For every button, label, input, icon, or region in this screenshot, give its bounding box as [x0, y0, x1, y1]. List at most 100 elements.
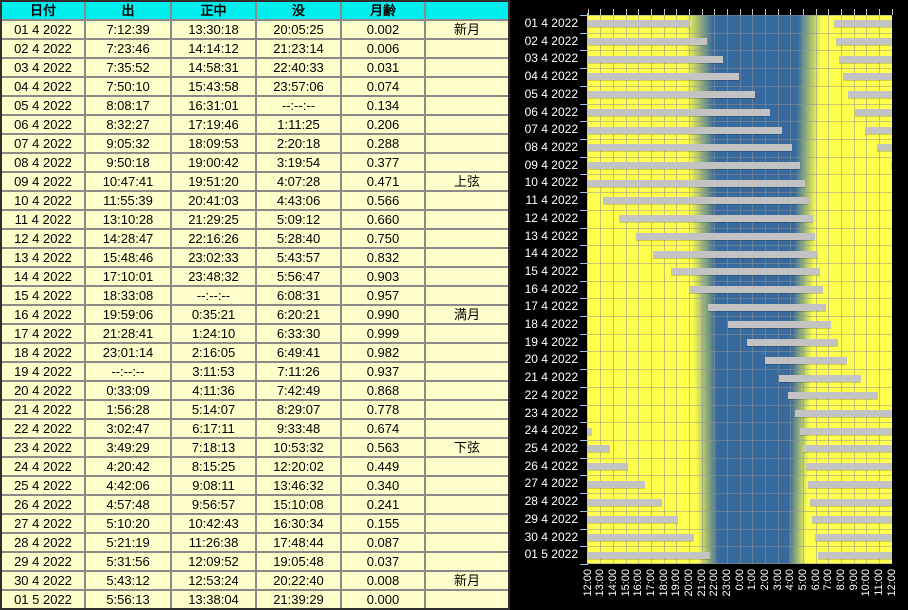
cell-phase[interactable] [426, 135, 508, 152]
cell-rise[interactable]: 5:56:13 [86, 591, 170, 608]
cell-date[interactable]: 17 4 2022 [2, 325, 84, 342]
cell-transit[interactable]: --:--:-- [172, 287, 255, 304]
cell-set[interactable]: 6:20:21 [257, 306, 340, 323]
cell-date[interactable]: 26 4 2022 [2, 496, 84, 513]
cell-age[interactable]: 0.990 [342, 306, 424, 323]
header-cell-date[interactable]: 日付 [2, 2, 84, 19]
cell-age[interactable]: 0.903 [342, 268, 424, 285]
cell-date[interactable]: 07 4 2022 [2, 135, 84, 152]
cell-transit[interactable]: 13:38:04 [172, 591, 255, 608]
cell-phase[interactable] [426, 268, 508, 285]
cell-phase[interactable] [426, 40, 508, 57]
cell-rise[interactable]: 7:50:10 [86, 78, 170, 95]
cell-set[interactable]: 16:30:34 [257, 515, 340, 532]
cell-date[interactable]: 10 4 2022 [2, 192, 84, 209]
cell-transit[interactable]: 16:31:01 [172, 97, 255, 114]
cell-transit[interactable]: 8:15:25 [172, 458, 255, 475]
cell-transit[interactable]: 12:53:24 [172, 572, 255, 589]
cell-set[interactable]: 6:33:30 [257, 325, 340, 342]
cell-phase[interactable] [426, 534, 508, 551]
cell-age[interactable]: 0.471 [342, 173, 424, 190]
cell-phase[interactable]: 新月 [426, 572, 508, 589]
header-cell-rise[interactable]: 出 [86, 2, 170, 19]
cell-rise[interactable]: 21:28:41 [86, 325, 170, 342]
cell-phase[interactable] [426, 154, 508, 171]
cell-transit[interactable]: 10:42:43 [172, 515, 255, 532]
cell-transit[interactable]: 4:11:36 [172, 382, 255, 399]
cell-phase[interactable] [426, 477, 508, 494]
cell-transit[interactable]: 14:14:12 [172, 40, 255, 57]
cell-rise[interactable]: 4:57:48 [86, 496, 170, 513]
cell-age[interactable]: 0.037 [342, 553, 424, 570]
cell-phase[interactable]: 新月 [426, 21, 508, 38]
cell-age[interactable]: 0.674 [342, 420, 424, 437]
cell-set[interactable]: 5:28:40 [257, 230, 340, 247]
cell-rise[interactable]: 8:08:17 [86, 97, 170, 114]
cell-transit[interactable]: 7:18:13 [172, 439, 255, 456]
cell-phase[interactable] [426, 591, 508, 608]
cell-rise[interactable]: 4:20:42 [86, 458, 170, 475]
cell-age[interactable]: 0.134 [342, 97, 424, 114]
cell-date[interactable]: 01 4 2022 [2, 21, 84, 38]
cell-date[interactable]: 16 4 2022 [2, 306, 84, 323]
cell-transit[interactable]: 6:17:11 [172, 420, 255, 437]
cell-phase[interactable] [426, 515, 508, 532]
cell-rise[interactable]: 7:35:52 [86, 59, 170, 76]
cell-rise[interactable]: 3:02:47 [86, 420, 170, 437]
cell-transit[interactable]: 9:56:57 [172, 496, 255, 513]
cell-age[interactable]: 0.008 [342, 572, 424, 589]
cell-date[interactable]: 08 4 2022 [2, 154, 84, 171]
cell-date[interactable]: 20 4 2022 [2, 382, 84, 399]
cell-transit[interactable]: 23:48:32 [172, 268, 255, 285]
cell-transit[interactable]: 13:30:18 [172, 21, 255, 38]
cell-rise[interactable]: 0:33:09 [86, 382, 170, 399]
cell-date[interactable]: 28 4 2022 [2, 534, 84, 551]
cell-set[interactable]: 21:39:29 [257, 591, 340, 608]
cell-date[interactable]: 27 4 2022 [2, 515, 84, 532]
cell-set[interactable]: 6:49:41 [257, 344, 340, 361]
cell-age[interactable]: 0.000 [342, 591, 424, 608]
cell-date[interactable]: 05 4 2022 [2, 97, 84, 114]
cell-set[interactable]: --:--:-- [257, 97, 340, 114]
cell-transit[interactable]: 19:51:20 [172, 173, 255, 190]
cell-age[interactable]: 0.566 [342, 192, 424, 209]
cell-transit[interactable]: 23:02:33 [172, 249, 255, 266]
cell-transit[interactable]: 14:58:31 [172, 59, 255, 76]
cell-transit[interactable]: 0:35:21 [172, 306, 255, 323]
cell-transit[interactable]: 20:41:03 [172, 192, 255, 209]
cell-date[interactable]: 29 4 2022 [2, 553, 84, 570]
cell-date[interactable]: 15 4 2022 [2, 287, 84, 304]
cell-phase[interactable] [426, 211, 508, 228]
cell-rise[interactable]: 7:23:46 [86, 40, 170, 57]
cell-date[interactable]: 02 4 2022 [2, 40, 84, 57]
cell-rise[interactable]: 5:21:19 [86, 534, 170, 551]
cell-transit[interactable]: 2:16:05 [172, 344, 255, 361]
cell-phase[interactable] [426, 192, 508, 209]
cell-phase[interactable] [426, 287, 508, 304]
cell-phase[interactable]: 上弦 [426, 173, 508, 190]
cell-date[interactable]: 06 4 2022 [2, 116, 84, 133]
cell-date[interactable]: 11 4 2022 [2, 211, 84, 228]
cell-transit[interactable]: 17:19:46 [172, 116, 255, 133]
cell-phase[interactable] [426, 553, 508, 570]
cell-set[interactable]: 9:33:48 [257, 420, 340, 437]
cell-set[interactable]: 19:05:48 [257, 553, 340, 570]
cell-date[interactable]: 14 4 2022 [2, 268, 84, 285]
cell-age[interactable]: 0.982 [342, 344, 424, 361]
cell-set[interactable]: 2:20:18 [257, 135, 340, 152]
cell-set[interactable]: 21:23:14 [257, 40, 340, 57]
cell-date[interactable]: 22 4 2022 [2, 420, 84, 437]
cell-age[interactable]: 0.087 [342, 534, 424, 551]
cell-set[interactable]: 20:22:40 [257, 572, 340, 589]
cell-transit[interactable]: 15:43:58 [172, 78, 255, 95]
cell-set[interactable]: 1:11:25 [257, 116, 340, 133]
cell-phase[interactable] [426, 78, 508, 95]
cell-transit[interactable]: 1:24:10 [172, 325, 255, 342]
cell-set[interactable]: 3:19:54 [257, 154, 340, 171]
cell-rise[interactable]: 9:50:18 [86, 154, 170, 171]
cell-phase[interactable] [426, 401, 508, 418]
cell-phase[interactable] [426, 59, 508, 76]
cell-date[interactable]: 04 4 2022 [2, 78, 84, 95]
cell-rise[interactable]: 7:12:39 [86, 21, 170, 38]
cell-transit[interactable]: 21:29:25 [172, 211, 255, 228]
